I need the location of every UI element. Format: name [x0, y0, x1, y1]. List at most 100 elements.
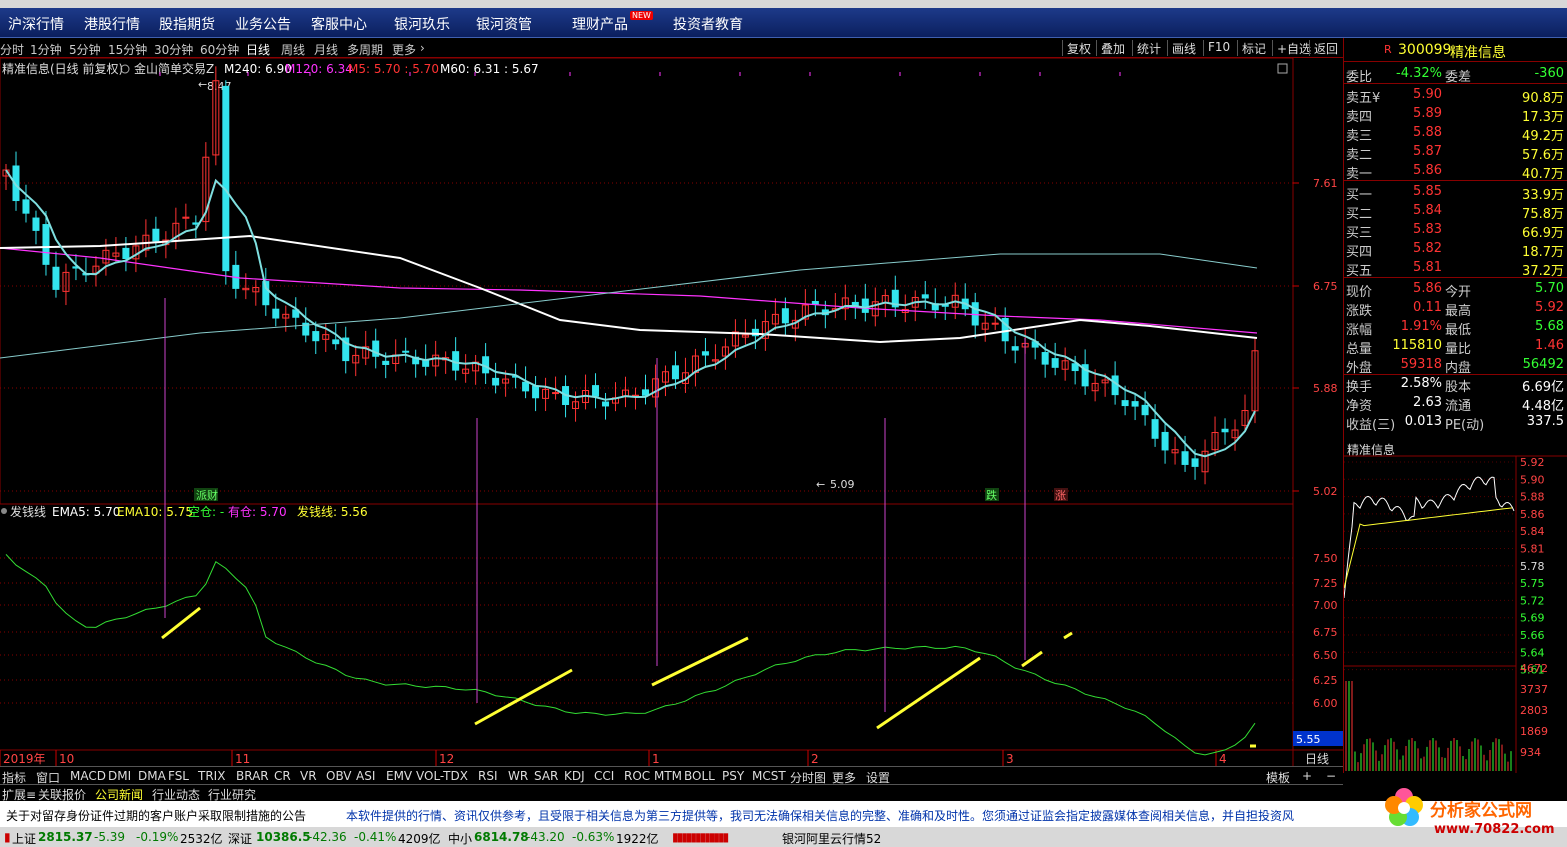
indicator-tab-10[interactable]: OBV: [326, 769, 352, 783]
candle-body: [641, 389, 649, 396]
indicator-tab-17[interactable]: KDJ: [564, 769, 585, 783]
indicator-tab-2[interactable]: MACD: [70, 769, 106, 783]
period-weekly[interactable]: 周线: [281, 41, 305, 58]
indicator-tab-22[interactable]: PSY: [722, 769, 744, 783]
period-multi[interactable]: 多周期: [347, 41, 383, 58]
mark-button[interactable]: 标记: [1237, 40, 1270, 56]
notice-right: 本软件提供的行情、资讯仅供参考，且受限于相关信息为第三方提供等，我司无法确保相关…: [346, 809, 1295, 823]
intraday-mini-chart[interactable]: 精准信息 5.92 5.90 5.88 5.86 5.84 5.81 5.78 5.75 5.7…: [1343, 438, 1567, 773]
stats-button[interactable]: 统计: [1132, 40, 1165, 56]
candle-body: [492, 377, 500, 386]
sub-tick: 6.25: [1313, 674, 1338, 687]
indicator-tab-5[interactable]: FSL: [168, 769, 189, 783]
indicator-tab-18[interactable]: CCI: [594, 769, 614, 783]
fuquan-button[interactable]: 复权: [1062, 40, 1095, 56]
mini-price-tick: 5.69: [1520, 612, 1545, 625]
indicator-tab-20[interactable]: MTM: [654, 769, 682, 783]
price-tick: 7.61: [1313, 177, 1338, 190]
zx-name[interactable]: 中小: [448, 830, 472, 847]
period-1min[interactable]: 1分钟: [30, 41, 62, 58]
nav-hs-market[interactable]: 沪深行情: [8, 14, 64, 34]
period-fenshi[interactable]: 分时: [0, 41, 24, 58]
candle-body: [602, 401, 610, 407]
stat-row: 涨幅 1.91% 最低 5.68: [1344, 318, 1567, 338]
legend-formula: 金山简单交易Z: [134, 61, 214, 76]
indicator-tab-21[interactable]: BOLL: [684, 769, 715, 783]
indicator-tab-15[interactable]: WR: [508, 769, 528, 783]
low-arrow-icon: ←: [816, 478, 825, 491]
mini-price-tick: 5.78: [1520, 560, 1545, 573]
maximize-icon[interactable]: [1277, 63, 1288, 74]
f10-button[interactable]: F10: [1203, 40, 1234, 56]
indicator-tab-19[interactable]: ROC: [624, 769, 650, 783]
nav-hk-market[interactable]: 港股行情: [84, 14, 140, 34]
mini-price-tick: 5.64: [1520, 646, 1545, 659]
site-logo: 分析家公式网 www.70822.com: [1368, 784, 1567, 847]
candle-body: [1191, 458, 1199, 467]
indicator-tab-3[interactable]: DMI: [108, 769, 131, 783]
nav-yinhe-asset[interactable]: 银河资管: [476, 14, 532, 34]
indicator-tab-14[interactable]: RSI: [478, 769, 498, 783]
bid-label: 买四: [1346, 245, 1373, 260]
stat-value: 5.86: [1413, 281, 1442, 296]
price-tick: 6.75: [1313, 280, 1338, 293]
period-toolbar: 分时 1分钟 5分钟 15分钟 30分钟 60分钟 日线 周线 月线 多周期 更…: [0, 38, 1343, 58]
indicator-tab-6[interactable]: TRIX: [198, 769, 225, 783]
sub-legend-hold: 有仓: 5.70: [228, 505, 287, 519]
signal-stroke: [474, 668, 573, 726]
indicator-tab-7[interactable]: BRAR: [236, 769, 269, 783]
ask-volume: 40.7万: [1522, 167, 1564, 182]
overlay-button[interactable]: 叠加: [1096, 40, 1129, 56]
period-monthly[interactable]: 月线: [314, 41, 338, 58]
sh-change: -5.39: [94, 830, 126, 844]
sub-tick: 7.00: [1313, 599, 1338, 612]
kline-chart[interactable]: 7.61 6.75 5.88 5.02 7.50 7.25 7.00 6.75 6.50 6.25…: [0, 58, 1343, 766]
nav-investor-edu[interactable]: 投资者教育: [673, 14, 743, 34]
menu-bar[interactable]: [0, 0, 1567, 8]
indicator-tab-4[interactable]: DMA: [138, 769, 166, 783]
chevron-right-icon[interactable]: ›: [420, 41, 425, 55]
sh-index: 2815.37: [38, 830, 93, 844]
period-daily[interactable]: 日线: [246, 41, 270, 58]
period-15min[interactable]: 15分钟: [108, 41, 147, 58]
sub-last-value: 5.55: [1296, 733, 1321, 746]
zx-change: -43.20: [526, 830, 565, 844]
mini-price-tick: 5.84: [1520, 525, 1545, 538]
date-label: 10: [59, 752, 74, 766]
period-60min[interactable]: 60分钟: [200, 41, 239, 58]
indicator-tab-16[interactable]: SAR: [534, 769, 558, 783]
quote-header: R 300099 精准信息: [1344, 38, 1567, 62]
period-5min[interactable]: 5分钟: [69, 41, 101, 58]
indicator-tab-12[interactable]: EMV: [386, 769, 412, 783]
nav-yinhe-jiule[interactable]: 银河玖乐: [394, 14, 450, 34]
nav-finance-products[interactable]: 理财产品: [572, 14, 628, 34]
notice-left[interactable]: 关于对留存身份证件过期的客户账户采取限制措施的公告: [6, 807, 306, 824]
stock-code: 300099: [1398, 42, 1452, 58]
candle-body: [402, 350, 410, 353]
indicator-tab-8[interactable]: CR: [274, 769, 291, 783]
back-button[interactable]: 返回: [1309, 40, 1342, 56]
sub-gear-icon[interactable]: [1, 508, 7, 514]
mini-vol-tick: 3737: [1520, 683, 1548, 696]
indicator-tab-9[interactable]: VR: [300, 769, 317, 783]
period-more[interactable]: 更多: [392, 41, 416, 58]
indicator-tab-23[interactable]: MCST: [752, 769, 786, 783]
mini-vol-tick: 934: [1520, 746, 1541, 759]
stat-label: 流通: [1445, 399, 1472, 414]
nav-notices[interactable]: 业务公告: [235, 14, 291, 34]
period-30min[interactable]: 30分钟: [154, 41, 193, 58]
indicator-tab-11[interactable]: ASI: [356, 769, 375, 783]
sh-name[interactable]: 上证: [12, 830, 36, 847]
stat-label: 涨跌: [1346, 304, 1373, 319]
mini-price-tick: 5.75: [1520, 577, 1545, 590]
draw-button[interactable]: 画线: [1167, 40, 1200, 56]
indicator-tab-13[interactable]: VOL-TDX: [416, 769, 468, 783]
mini-price-tick: 5.88: [1520, 491, 1545, 504]
minus-icon[interactable]: −: [1326, 769, 1336, 783]
nav-futures[interactable]: 股指期货: [159, 14, 215, 34]
ask-label: 卖三: [1346, 129, 1373, 144]
candle-body: [701, 351, 709, 356]
sz-name[interactable]: 深证: [228, 830, 252, 847]
plus-icon[interactable]: +: [1302, 769, 1312, 783]
nav-service[interactable]: 客服中心: [311, 14, 367, 34]
